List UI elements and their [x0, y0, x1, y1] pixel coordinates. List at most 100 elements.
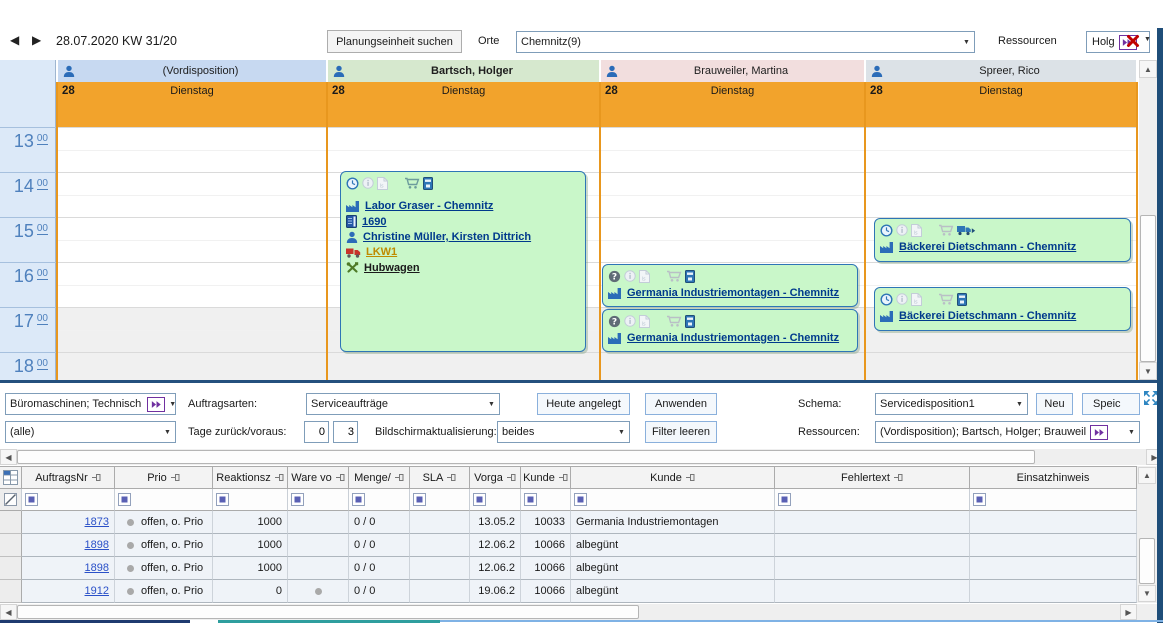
scroll-right-icon[interactable]: ▶ — [1120, 604, 1137, 620]
ressourcen-dropdown-icon[interactable]: ▼ — [1144, 36, 1151, 43]
appointment-card-spreer-1[interactable]: ls Bäckerei Dietschmann - Chemnitz — [874, 218, 1131, 262]
pin-icon[interactable] — [275, 473, 284, 482]
clear-resource-icon[interactable] — [1126, 34, 1140, 48]
scrollbar-thumb[interactable] — [17, 605, 639, 619]
filter-cell-vorga[interactable] — [470, 489, 521, 511]
column-header-prio[interactable]: Prio — [115, 466, 213, 489]
scrollbar-thumb[interactable] — [1139, 538, 1155, 584]
appointment-card-spreer-2[interactable]: ls Bäckerei Dietschmann - Chemnitz — [874, 287, 1131, 331]
column-header-reaktionsz[interactable]: Reaktionsz — [213, 466, 288, 489]
filter-cell-einsatzhinweis[interactable] — [970, 489, 1137, 511]
pin-icon[interactable] — [395, 473, 404, 482]
resource-column-header-bartsch[interactable]: Bartsch, Holger — [328, 60, 599, 82]
table-corner-cell[interactable] — [0, 466, 22, 489]
resource-column-header-vordisposition[interactable]: (Vordisposition) — [58, 60, 326, 82]
day-band-spreer[interactable]: 28 Dienstag — [866, 82, 1136, 127]
chevron-down-icon[interactable]: ▼ — [165, 401, 176, 408]
heute-angelegt-button[interactable]: Heute angelegt — [537, 393, 630, 415]
tage-zurueck-input[interactable] — [304, 421, 329, 443]
card-order-line[interactable]: 1690 — [341, 212, 585, 228]
column-header-fehlertext[interactable]: Fehlertext — [775, 466, 970, 489]
cell-auftragsnr[interactable]: 1873 — [22, 511, 115, 534]
column-header-kunde-nr[interactable]: Kunde — [521, 466, 571, 489]
table-row[interactable]: 1873 offen, o. Prio 1000 0 / 0 13.05.2 1… — [0, 511, 1137, 534]
day-band-brauweiler[interactable]: 28 Dienstag — [601, 82, 864, 127]
appointment-card-brauweiler-1[interactable]: ? ls Germania Industriemontagen - Chemni… — [602, 264, 858, 307]
clear-filter-icon[interactable] — [0, 489, 22, 511]
filter-icon[interactable] — [25, 493, 38, 506]
pin-icon[interactable] — [447, 473, 456, 482]
scroll-up-icon[interactable]: ▲ — [1138, 467, 1156, 484]
chevron-down-icon[interactable]: ▼ — [959, 39, 974, 46]
filter-icon[interactable] — [118, 493, 131, 506]
chevron-down-icon[interactable]: ▼ — [614, 429, 629, 436]
bildschirm-combobox[interactable]: beides ▼ — [497, 421, 630, 443]
card-vehicle-line[interactable]: LKW1 — [341, 243, 585, 258]
resource-column-header-spreer[interactable]: Spreer, Rico — [866, 60, 1136, 82]
chevron-down-icon[interactable]: ▼ — [1124, 429, 1139, 436]
double-arrow-icon[interactable] — [1090, 425, 1108, 440]
pin-icon[interactable] — [894, 473, 903, 482]
next-day-button[interactable]: ▶ — [32, 33, 41, 47]
panel-horizontal-scrollbar[interactable]: ◀ ▶ — [0, 449, 1163, 465]
filter-cell-auftragsnr[interactable] — [22, 489, 115, 511]
chevron-down-icon[interactable]: ▼ — [1012, 401, 1027, 408]
table-row[interactable]: 1912 offen, o. Prio 0 0 / 0 19.06.2 1006… — [0, 580, 1137, 603]
pin-icon[interactable] — [559, 473, 568, 482]
filter-icon[interactable] — [352, 493, 365, 506]
filter-cell-menge[interactable] — [349, 489, 410, 511]
cell-auftragsnr[interactable]: 1898 — [22, 557, 115, 580]
anwenden-button[interactable]: Anwenden — [645, 393, 717, 415]
scroll-up-icon[interactable]: ▲ — [1139, 60, 1157, 78]
day-band-bartsch[interactable]: 28 Dienstag — [328, 82, 599, 127]
column-header-vorga[interactable]: Vorga — [470, 466, 521, 489]
ressourcen-quick-field[interactable]: Holg — [1086, 31, 1150, 53]
resource-column-header-brauweiler[interactable]: Brauweiler, Martina — [601, 60, 864, 82]
filter-icon[interactable] — [291, 493, 304, 506]
orte-combobox[interactable]: Chemnitz(9) ▼ — [516, 31, 975, 53]
pin-icon[interactable] — [336, 473, 345, 482]
column-header-auftragsnr[interactable]: AuftragsNr — [22, 466, 115, 489]
cell-auftragsnr[interactable]: 1898 — [22, 534, 115, 557]
card-customer-line[interactable]: Bäckerei Dietschmann - Chemnitz — [875, 307, 1130, 322]
neu-button[interactable]: Neu — [1036, 393, 1073, 415]
card-customer-line[interactable]: Labor Graser - Chemnitz — [341, 197, 585, 212]
day-band-vordisposition[interactable]: 28 Dienstag — [58, 82, 326, 127]
scroll-down-icon[interactable]: ▼ — [1138, 585, 1156, 602]
scroll-left-icon[interactable]: ◀ — [0, 449, 17, 465]
table-horizontal-scrollbar[interactable]: ◀ ▶ — [0, 604, 1157, 620]
cell-auftragsnr[interactable]: 1912 — [22, 580, 115, 603]
filter-icon[interactable] — [524, 493, 537, 506]
pin-icon[interactable] — [507, 473, 516, 482]
filter-cell-prio[interactable] — [115, 489, 213, 511]
scrollbar-thumb[interactable] — [17, 450, 1035, 464]
auftragsarten-combobox[interactable]: Serviceaufträge ▼ — [306, 393, 500, 415]
appointment-card-brauweiler-2[interactable]: ? ls Germania Industriemontagen - Chemni… — [602, 309, 858, 352]
prev-day-button[interactable]: ◀ — [10, 33, 19, 47]
filter-cell-kunde[interactable] — [571, 489, 775, 511]
speichern-button[interactable]: Speic — [1082, 393, 1140, 415]
ressourcen-combobox[interactable]: (Vordisposition); Bartsch, Holger; Brauw… — [875, 421, 1140, 443]
filter-cell-kunde-nr[interactable] — [521, 489, 571, 511]
tage-voraus-input[interactable] — [333, 421, 358, 443]
alle-combobox[interactable]: (alle) ▼ — [5, 421, 176, 443]
card-customer-line[interactable]: Germania Industriemontagen - Chemnitz — [603, 284, 857, 299]
filter-cell-fehlertext[interactable] — [775, 489, 970, 511]
appointment-card-bartsch[interactable]: ls Labor Graser - Chemnitz 1690 Christin… — [340, 171, 586, 352]
column-header-menge[interactable]: Menge/ — [349, 466, 410, 489]
table-row[interactable]: 1898 offen, o. Prio 1000 0 / 0 12.06.2 1… — [0, 557, 1137, 580]
planungseinheit-suchen-button[interactable]: Planungseinheit suchen — [327, 30, 462, 53]
double-arrow-icon[interactable] — [147, 397, 165, 412]
card-customer-line[interactable]: Bäckerei Dietschmann - Chemnitz — [875, 238, 1130, 253]
chevron-down-icon[interactable]: ▼ — [484, 401, 499, 408]
pin-icon[interactable] — [686, 473, 695, 482]
splitter-handle[interactable] — [0, 380, 1157, 383]
column-header-einsatzhinweis[interactable]: Einsatzhinweis — [970, 466, 1137, 489]
column-header-sla[interactable]: SLA — [410, 466, 470, 489]
filter-icon[interactable] — [574, 493, 587, 506]
scroll-left-icon[interactable]: ◀ — [0, 604, 17, 620]
pin-icon[interactable] — [171, 473, 180, 482]
filter-icon[interactable] — [473, 493, 486, 506]
chevron-down-icon[interactable]: ▼ — [160, 429, 175, 436]
column-header-ware-vo[interactable]: Ware vo — [288, 466, 349, 489]
